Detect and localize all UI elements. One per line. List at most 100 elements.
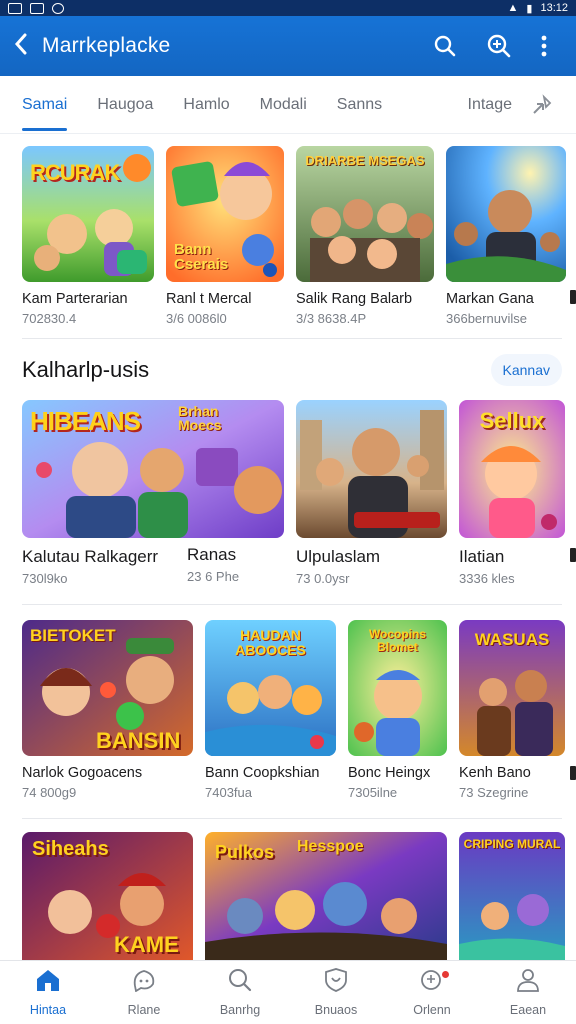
bottom-navigation: Hintaa Rlane Banrhg Bnuaos Orlenn Eaean xyxy=(0,960,576,1024)
game-card[interactable]: Sellux Ilatian 3336 kles xyxy=(459,400,565,586)
section-title: Kalharlp-usis xyxy=(22,357,150,382)
game-logo-text: HIBEANS xyxy=(30,406,141,436)
share-icon[interactable] xyxy=(530,93,554,117)
game-meta: 7403fua xyxy=(205,785,252,800)
game-thumbnail: Pulkos Hesspoe xyxy=(205,832,447,960)
battery-icon: ▮ xyxy=(526,2,533,15)
game-card[interactable]: RCURAK Kam Parterarian 702830.4 xyxy=(22,146,154,326)
game-logo-text: DRIARBE MSEGAS xyxy=(305,153,425,168)
section-header: Kalharlp-usis Kannav xyxy=(22,352,562,388)
tab-intage[interactable]: Intage xyxy=(468,76,512,134)
game-card[interactable]: BIETOKET BANSIN Narlok Gogoacens 74 800g… xyxy=(22,620,193,800)
game-thumbnail: CRIPING MURAL xyxy=(459,832,565,960)
game-thumbnail: DRIARBE MSEGAS xyxy=(296,146,434,282)
game-card-inline[interactable]: Ranas 23 6 Phe xyxy=(187,545,239,584)
gallery-icon xyxy=(8,2,22,14)
game-card[interactable]: WASUAS Kenh Bano 73 Szegrine xyxy=(459,620,565,800)
game-title: Ilatian xyxy=(459,547,505,566)
game-title: Bann Coopkshian xyxy=(205,765,320,781)
game-title: Kalutau Ralkagerr xyxy=(22,547,159,566)
game-thumbnail: HAUDAN ABOOCES xyxy=(205,620,336,756)
game-logo-text: Wocopins Blomet xyxy=(368,627,427,654)
game-meta: 3336 kles xyxy=(459,571,515,586)
game-thumbnail: BIETOKET BANSIN xyxy=(22,620,193,756)
section-row: BIETOKET BANSIN Narlok Gogoacens 74 800g… xyxy=(22,620,576,800)
tab-modali[interactable]: Modali xyxy=(260,76,307,134)
game-card[interactable]: Bann Cserais Ranl t Mercal 3/6 0086l0 xyxy=(166,146,284,326)
more-vertical-icon[interactable] xyxy=(526,26,562,66)
game-meta: 73 Szegrine xyxy=(459,785,529,800)
game-thumbnail: Bann Cserais xyxy=(166,146,284,282)
game-meta: 7305ilne xyxy=(348,785,398,800)
status-icons-left xyxy=(8,2,64,14)
game-card[interactable]: Siheahs KAME xyxy=(22,832,193,960)
game-title: Kenh Bano xyxy=(459,765,531,781)
game-logo-text: HAUDAN ABOOCES xyxy=(235,627,306,658)
nav-item-search[interactable]: Banrhg xyxy=(192,961,288,1024)
game-title: Ulpulaslam xyxy=(296,547,381,566)
game-card[interactable]: HIBEANS Brhan Moecs Kalutau Ralkagerr 73… xyxy=(22,400,284,586)
nav-label: Banrhg xyxy=(219,1003,261,1017)
scroll-edge-indicator xyxy=(570,548,576,562)
game-card[interactable]: HAUDAN ABOOCES Bann Coopkshian 7403fua xyxy=(205,620,336,800)
game-title: Bonc Heingx xyxy=(348,765,431,781)
game-card[interactable]: Pulkos Hesspoe xyxy=(205,832,447,960)
game-thumbnail xyxy=(446,146,566,282)
nav-item-home[interactable]: Hintaa xyxy=(0,961,96,1024)
game-title: Ranl t Mercal xyxy=(166,291,252,307)
category-tabs: Samai Haugoa Hamlo Modali Sanns Intage xyxy=(0,76,576,134)
game-title: Narlok Gogoacens xyxy=(22,765,143,781)
game-card[interactable]: Wocopins Blomet Bonc Heingx 7305ilne xyxy=(348,620,447,800)
game-thumbnail: WASUAS xyxy=(459,620,565,756)
nav-item-rlane[interactable]: Rlane xyxy=(96,961,192,1024)
nav-item-orders[interactable]: Orlenn xyxy=(384,961,480,1024)
divider xyxy=(22,338,562,339)
section-row: Siheahs KAME Pulkos Hesspoe CRIPING MURA… xyxy=(22,832,576,960)
see-all-button[interactable]: Kannav xyxy=(490,354,562,386)
search-zoom-icon[interactable] xyxy=(472,26,526,66)
game-logo-text: KAME xyxy=(114,932,179,957)
nav-label: Orlenn xyxy=(413,1003,451,1017)
game-meta: 702830.4 xyxy=(22,311,77,326)
game-meta: 23 6 Phe xyxy=(187,569,240,584)
game-logo-text: Bann Cserais xyxy=(174,241,229,273)
nav-label: Rlane xyxy=(127,1003,161,1017)
signal-icon: ▲ xyxy=(507,2,519,14)
search-icon[interactable] xyxy=(418,26,472,66)
game-logo-text: BIETOKET xyxy=(30,626,116,645)
game-logo-text: CRIPING MURAL xyxy=(463,837,561,851)
game-thumbnail: Wocopins Blomet xyxy=(348,620,447,756)
page-title: Marrkeplacke xyxy=(42,34,171,57)
game-logo-text: Sellux xyxy=(479,408,545,433)
game-thumbnail: Siheahs KAME xyxy=(22,832,193,960)
notification-icon xyxy=(30,2,44,14)
tab-samai[interactable]: Samai xyxy=(22,76,68,134)
tab-haugoa[interactable]: Haugoa xyxy=(97,76,153,134)
game-card[interactable]: Markan Gana 366bernuvilse xyxy=(446,146,566,326)
game-logo-text: Hesspoe xyxy=(297,838,364,855)
tab-sanns[interactable]: Sanns xyxy=(337,76,382,134)
nav-label: Eaean xyxy=(509,1003,547,1017)
home-icon xyxy=(35,968,61,997)
nav-item-favorites[interactable]: Bnuaos xyxy=(288,961,384,1024)
game-title: Markan Gana xyxy=(446,291,534,307)
game-meta: 366bernuvilse xyxy=(446,311,527,326)
game-card[interactable]: DRIARBE MSEGAS Salik Rang Balarb 3/3 863… xyxy=(296,146,434,326)
heart-shield-icon xyxy=(323,968,349,997)
chevron-left-icon[interactable] xyxy=(14,33,36,59)
game-thumbnail xyxy=(296,400,447,538)
game-meta: 3/6 0086l0 xyxy=(166,311,227,326)
game-title: Kam Parterarian xyxy=(22,291,128,307)
game-logo-text: RCURAK xyxy=(30,160,120,185)
game-logo-text: Pulkos xyxy=(215,842,275,862)
game-thumbnail: HIBEANS Brhan Moecs xyxy=(22,400,284,538)
nav-item-profile[interactable]: Eaean xyxy=(480,961,576,1024)
divider xyxy=(22,604,562,605)
notification-badge xyxy=(439,969,451,980)
tab-hamlo[interactable]: Hamlo xyxy=(183,76,229,134)
game-logo-text: Brhan Moecs xyxy=(178,403,222,433)
game-card[interactable]: CRIPING MURAL xyxy=(459,832,565,960)
game-meta: 730l9ko xyxy=(22,571,68,586)
game-card[interactable]: Ulpulaslam 73 0.0ysr xyxy=(296,400,447,586)
app-icon xyxy=(52,2,64,14)
